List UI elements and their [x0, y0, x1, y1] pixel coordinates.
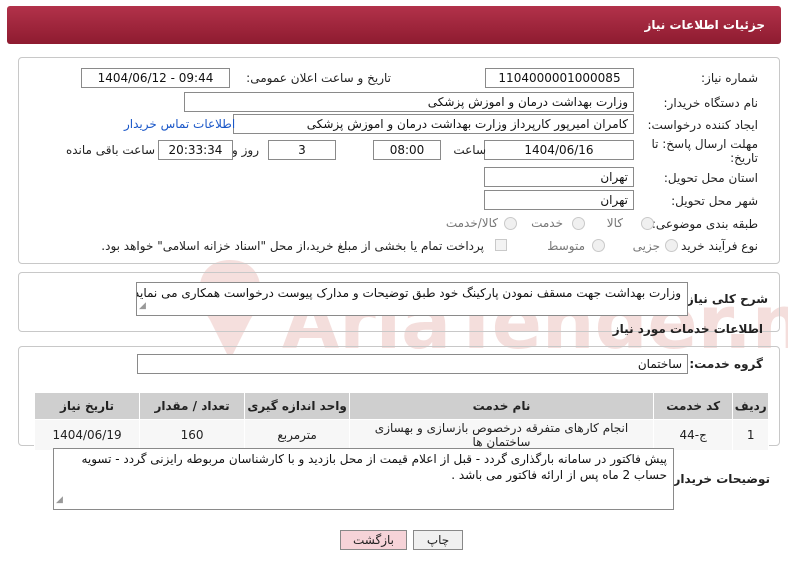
col-row: ردیف — [732, 392, 769, 420]
category-service-radio[interactable] — [572, 217, 585, 230]
cell-service-code: ج-44 — [652, 419, 734, 451]
buyer-notes-text: پیش فاکتور در سامانه بارگذاری گردد - قبل… — [81, 452, 667, 482]
category-goods-option: کالا — [606, 216, 623, 230]
days-field: 3 — [268, 140, 336, 160]
purchase-minor-radio[interactable] — [665, 239, 678, 252]
description-text: وزارت بهداشت جهت مسقف نمودن پارکینگ خود … — [136, 286, 681, 300]
deadline-label-2: تاریخ: — [730, 151, 758, 165]
category-goods-radio[interactable] — [641, 217, 654, 230]
province-label: استان محل تحویل: — [663, 171, 758, 185]
description-label: شرح کلی نیاز: — [682, 292, 768, 306]
cell-service-name: انجام کارهای متفرقه درخصوص بازسازی و بهس… — [349, 419, 654, 451]
services-table: ردیف کد خدمت نام خدمت واحد اندازه گیری ت… — [33, 392, 769, 451]
category-goods-service-option: کالا/خدمت — [445, 216, 498, 230]
buyer-org-label: نام دستگاه خریدار: — [663, 96, 759, 110]
col-service-name: نام خدمت — [349, 392, 654, 420]
buyer-notes-field: پیش فاکتور در سامانه بارگذاری گردد - قبل… — [53, 448, 674, 510]
need-number-label: شماره نیاز: — [701, 71, 758, 85]
treasury-bonds-checkbox[interactable] — [495, 239, 507, 251]
requester-label: ایجاد کننده درخواست: — [647, 118, 758, 132]
announce-datetime-label: تاریخ و ساعت اعلان عمومی: — [246, 71, 391, 85]
col-need-date: تاریخ نیاز — [33, 392, 141, 420]
purchase-type-label: نوع فرآیند خرید : — [673, 239, 758, 253]
resize-grip-icon: ◢ — [139, 301, 146, 311]
need-info-panel — [18, 57, 780, 264]
service-group-label: گروه خدمت: — [689, 357, 763, 371]
back-button[interactable]: بازگشت — [340, 530, 407, 550]
remaining-time-field: 20:33:34 — [158, 140, 233, 160]
days-label: روز و — [232, 143, 259, 157]
requester-field: کامران امیرپور کارپرداز وزارت بهداشت درم… — [233, 114, 634, 134]
deadline-label-1: مهلت ارسال پاسخ: تا — [651, 137, 758, 151]
col-service-code: کد خدمت — [652, 392, 734, 420]
page-header: جزئیات اطلاعات نیاز — [7, 6, 781, 44]
category-service-option: خدمت — [531, 216, 563, 230]
purchase-medium-option: متوسط — [547, 239, 585, 253]
category-goods-service-radio[interactable] — [504, 217, 517, 230]
cell-need-date: 1404/06/19 — [33, 419, 141, 451]
buyer-contact-link[interactable]: اطلاعات تماس خریدار — [124, 117, 235, 131]
purchase-medium-radio[interactable] — [592, 239, 605, 252]
province-field: تهران — [484, 167, 634, 187]
purchase-minor-option: جزیی — [632, 239, 660, 253]
remaining-time-label: ساعت باقی مانده — [65, 143, 155, 157]
table-row: 1 ج-44 انجام کارهای متفرقه درخصوص بازساز… — [33, 419, 769, 451]
deadline-time-label: ساعت — [453, 143, 486, 157]
buyer-notes-label: توضیحات خریدار: — [668, 472, 770, 486]
services-heading: اطلاعات خدمات مورد نیاز — [612, 322, 763, 336]
category-label: طبقه بندی موضوعی: — [651, 217, 758, 231]
description-field: وزارت بهداشت جهت مسقف نمودن پارکینگ خود … — [136, 282, 688, 316]
table-header-row: ردیف کد خدمت نام خدمت واحد اندازه گیری ت… — [33, 392, 769, 420]
cell-unit: مترمربع — [244, 419, 351, 451]
service-group-field: ساختمان — [137, 354, 688, 374]
notes-resize-grip-icon: ◢ — [56, 495, 63, 505]
city-label: شهر محل تحویل: — [671, 194, 758, 208]
deadline-date-field: 1404/06/16 — [484, 140, 634, 160]
treasury-bonds-note: پرداخت تمام یا بخشی از مبلغ خرید،از محل … — [101, 239, 484, 253]
city-field: تهران — [484, 190, 634, 210]
cell-quantity: 160 — [139, 419, 246, 451]
col-unit: واحد اندازه گیری — [244, 392, 351, 420]
buyer-org-field: وزارت بهداشت درمان و اموزش پزشکی — [184, 92, 634, 112]
page-title: جزئیات اطلاعات نیاز — [644, 18, 765, 32]
print-button[interactable]: چاپ — [413, 530, 463, 550]
need-number-field: 1104000001000085 — [485, 68, 634, 88]
announce-datetime-field: 1404/06/12 - 09:44 — [81, 68, 230, 88]
cell-row: 1 — [732, 419, 769, 451]
col-quantity: تعداد / مقدار — [139, 392, 246, 420]
deadline-time-field: 08:00 — [373, 140, 441, 160]
